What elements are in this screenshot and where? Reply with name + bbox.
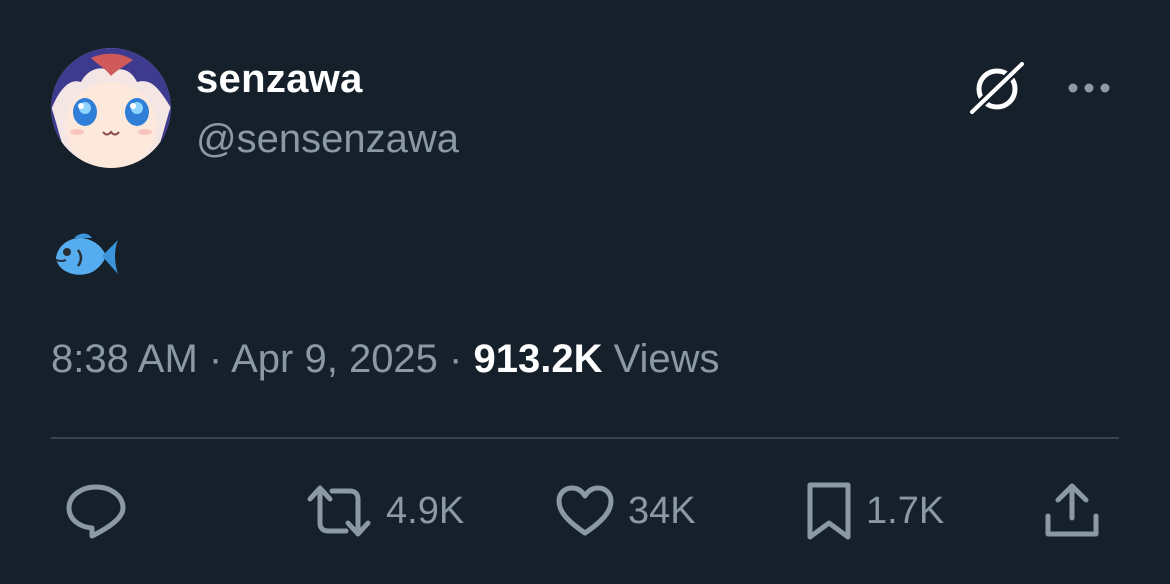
bookmark-count: 1.7K xyxy=(866,490,945,532)
bookmark-icon xyxy=(807,482,851,540)
tweet-detail: senzawa @sensenzawa 8:38 AM · Apr 9, 202… xyxy=(0,0,1170,584)
retweet-button[interactable]: 4.9K xyxy=(306,480,464,542)
bookmark-button[interactable]: 1.7K xyxy=(806,480,944,542)
share-icon xyxy=(1045,483,1099,537)
views-label: Views xyxy=(602,337,720,381)
tweet-time[interactable]: 8:38 AM xyxy=(51,337,198,381)
retweet-count: 4.9K xyxy=(386,490,465,532)
more-dots-icon[interactable] xyxy=(1064,72,1114,104)
tweet-date[interactable]: Apr 9, 2025 xyxy=(231,337,438,381)
author-handle[interactable]: @sensenzawa xyxy=(196,116,459,162)
tweet-meta: 8:38 AM · Apr 9, 2025 · 913.2K Views xyxy=(51,334,720,384)
grok-icon[interactable] xyxy=(966,58,1030,118)
retweet-icon xyxy=(307,485,371,537)
divider xyxy=(51,437,1119,439)
share-button[interactable] xyxy=(1044,480,1100,542)
avatar[interactable] xyxy=(51,48,171,168)
like-button[interactable]: 34K xyxy=(556,480,696,542)
meta-separator: · xyxy=(197,337,232,381)
reply-button[interactable] xyxy=(66,480,126,542)
heart-icon xyxy=(556,485,614,536)
like-count: 34K xyxy=(628,490,696,532)
reply-icon xyxy=(66,484,126,539)
fish-emoji xyxy=(55,233,118,275)
author-display-name[interactable]: senzawa xyxy=(196,56,363,102)
meta-separator: · xyxy=(437,337,474,381)
views-count[interactable]: 913.2K xyxy=(473,337,602,381)
